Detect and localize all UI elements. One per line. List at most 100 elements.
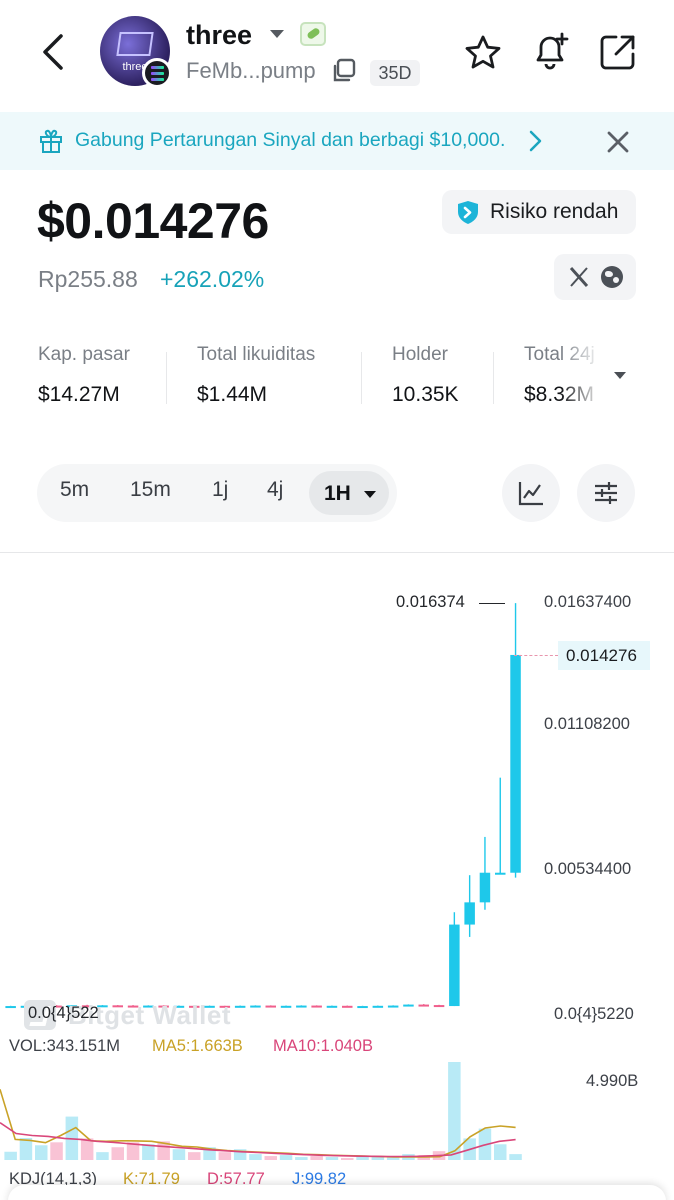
y-axis-label: 0.01108200: [544, 715, 630, 733]
volume-bar: [50, 1142, 63, 1160]
close-icon[interactable]: [602, 126, 634, 158]
price-alert-bell-icon[interactable]: [530, 30, 572, 72]
stats-fade: [560, 340, 610, 412]
candle-body: [403, 1004, 414, 1007]
stat-holders: Holder 10.35K: [392, 344, 459, 407]
volume-bar: [325, 1157, 339, 1160]
token-header: three three FeMb...pump 35D: [0, 0, 674, 110]
candle-body: [326, 1005, 338, 1008]
stat-label: Total likuiditas: [197, 344, 316, 365]
current-price-value: 0.014276: [566, 646, 637, 665]
promo-banner[interactable]: Gabung Pertarungan Sinyal dan berbagi $1…: [0, 112, 674, 170]
candle-body: [265, 1005, 276, 1008]
candle-body: [311, 1005, 322, 1008]
tab-4j[interactable]: 4j: [267, 478, 283, 502]
candle-body: [510, 654, 521, 873]
candle-body: [464, 902, 475, 925]
back-arrow-icon[interactable]: [34, 30, 74, 74]
current-price-line: [514, 655, 558, 656]
stat-divider: [361, 352, 362, 404]
copy-icon[interactable]: [330, 58, 356, 84]
token-switch-caret-icon[interactable]: [270, 30, 284, 38]
star-icon[interactable]: [464, 34, 502, 70]
volume-bar: [264, 1156, 277, 1160]
tab-1j[interactable]: 1j: [212, 478, 228, 502]
volume-bar: [371, 1157, 385, 1160]
volume-bar: [96, 1152, 109, 1160]
token-age-badge: 35D: [370, 60, 420, 86]
volume-bar: [249, 1154, 262, 1160]
interval-dropdown-caret-icon: [364, 491, 376, 498]
volume-ma10: MA10:1.040B: [273, 1037, 373, 1055]
stat-label: Kap. pasar: [38, 344, 130, 365]
indicator-settings-button[interactable]: [577, 464, 635, 522]
volume-bar: [35, 1145, 48, 1160]
candle-body: [280, 1005, 292, 1008]
volume-bar: [295, 1157, 308, 1160]
volume-axis-max: 4.990B: [586, 1072, 639, 1090]
gift-icon: [40, 129, 62, 153]
interval-tabs: 5m 15m 1j 4j 1H: [37, 464, 397, 522]
candle-body: [342, 1005, 353, 1008]
volume-ma5: MA5:1.663B: [152, 1037, 243, 1055]
risk-badge[interactable]: Risiko rendah: [442, 190, 636, 234]
price-change: +262.02%: [160, 266, 265, 292]
candle-body: [357, 1006, 368, 1009]
volume-bar: [310, 1156, 323, 1160]
volume-bar: [4, 1151, 17, 1160]
stat-value: $14.27M: [38, 383, 120, 406]
volume-bar: [279, 1155, 293, 1160]
chart-type-button[interactable]: [502, 464, 560, 522]
line-chart-icon: [518, 482, 543, 506]
stat-divider: [166, 352, 167, 404]
token-name[interactable]: three: [186, 20, 252, 51]
avatar-logo: [116, 32, 154, 56]
pill-icon[interactable]: [300, 22, 326, 46]
stat-label: Holder: [392, 344, 448, 365]
volume-bar: [142, 1144, 155, 1160]
candle-body: [449, 924, 460, 1007]
x-twitter-icon[interactable]: [568, 266, 590, 288]
volume-bar: [341, 1158, 354, 1160]
candle-body: [495, 872, 506, 875]
stat-market-cap: Kap. pasar $14.27M: [38, 344, 130, 407]
stat-value: $1.44M: [197, 383, 268, 406]
volume-bar: [80, 1138, 94, 1160]
selected-interval-label: 1H: [324, 482, 351, 505]
bottom-sheet[interactable]: [8, 1185, 666, 1200]
candle-body: [5, 1006, 16, 1009]
volume-bar: [19, 1138, 33, 1160]
volume-bar: [509, 1154, 522, 1160]
tab-5m[interactable]: 5m: [60, 478, 89, 502]
y-axis-label: 0.00534400: [544, 860, 632, 878]
candle-body: [387, 1005, 399, 1008]
volume-bar: [172, 1149, 186, 1160]
share-icon[interactable]: [598, 32, 638, 72]
candle-body: [296, 1005, 307, 1008]
y-axis-label: 0.0{4}5220: [554, 1005, 634, 1023]
candle-body: [372, 1005, 384, 1008]
candle-body: [418, 1004, 429, 1007]
tab-15m[interactable]: 15m: [130, 478, 171, 502]
volume-bar: [218, 1152, 232, 1160]
volume-bar: [111, 1147, 124, 1160]
stat-value: 10.35K: [392, 383, 459, 406]
volume-value: VOL:343.151M: [9, 1037, 120, 1055]
sliders-icon: [595, 482, 617, 504]
price-local: Rp255.88: [38, 266, 138, 292]
volume-bar: [448, 1062, 461, 1160]
candle-body: [250, 1005, 261, 1008]
banner-text[interactable]: Gabung Pertarungan Sinyal dan berbagi $1…: [75, 129, 505, 152]
stat-liquidity: Total likuiditas $1.44M: [197, 344, 315, 407]
social-links: [554, 254, 636, 300]
expand-stats-caret-icon[interactable]: [614, 372, 626, 379]
candle-body: [234, 1005, 246, 1008]
price-usd: $0.014276: [37, 193, 269, 249]
solana-chain-icon: [142, 58, 172, 88]
chevron-right-icon[interactable]: [526, 129, 544, 153]
shield-icon: [458, 201, 478, 224]
tab-1h-selected[interactable]: 1H: [309, 471, 389, 515]
risk-label: Risiko rendah: [490, 200, 619, 223]
website-globe-icon[interactable]: [601, 266, 623, 288]
price-chart[interactable]: Bitget Wallet 0.01637400 0.01108200 0.00…: [0, 560, 674, 1200]
